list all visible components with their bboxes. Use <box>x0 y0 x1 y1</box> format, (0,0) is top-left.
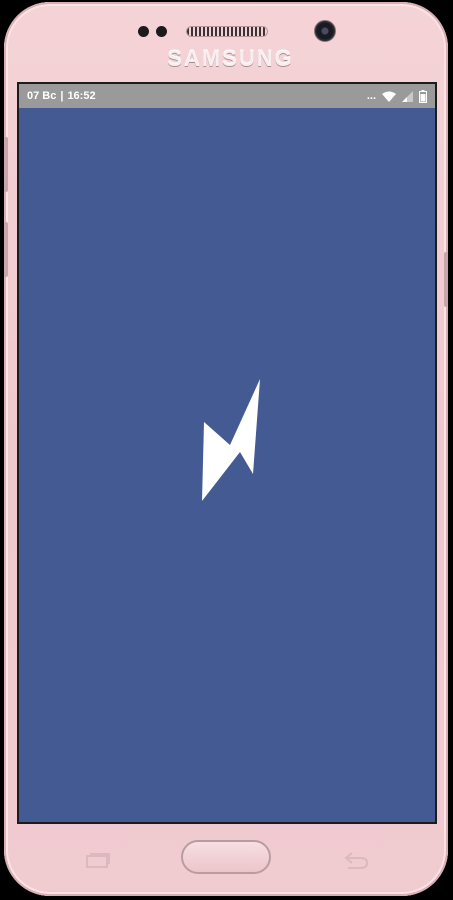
brand-logo: SAMSUNG <box>167 46 294 71</box>
status-separator: | <box>60 90 64 102</box>
screen: 07 Вс | 16:52 ... <box>17 82 437 824</box>
wifi-icon <box>382 91 396 102</box>
proximity-sensor <box>138 26 149 37</box>
earpiece-speaker <box>186 26 268 37</box>
status-time: 16:52 <box>67 90 96 102</box>
volume-up-button[interactable] <box>4 137 8 192</box>
lightning-bolt-icon <box>202 379 260 501</box>
back-icon[interactable] <box>343 850 369 870</box>
battery-icon <box>419 89 427 103</box>
status-bar: 07 Вс | 16:52 ... <box>19 84 435 108</box>
hardware-navbar <box>0 830 453 890</box>
status-right: ... <box>366 89 427 103</box>
status-date: 07 Вс <box>27 90 57 102</box>
status-more: ... <box>366 90 376 102</box>
signal-icon <box>402 90 413 102</box>
power-button[interactable] <box>444 252 448 307</box>
recent-apps-icon[interactable] <box>86 852 110 868</box>
home-button[interactable] <box>181 840 271 874</box>
front-camera-icon <box>314 20 336 42</box>
volume-down-button[interactable] <box>4 222 8 277</box>
light-sensor <box>156 26 167 37</box>
status-left: 07 Вс | 16:52 <box>27 90 96 102</box>
